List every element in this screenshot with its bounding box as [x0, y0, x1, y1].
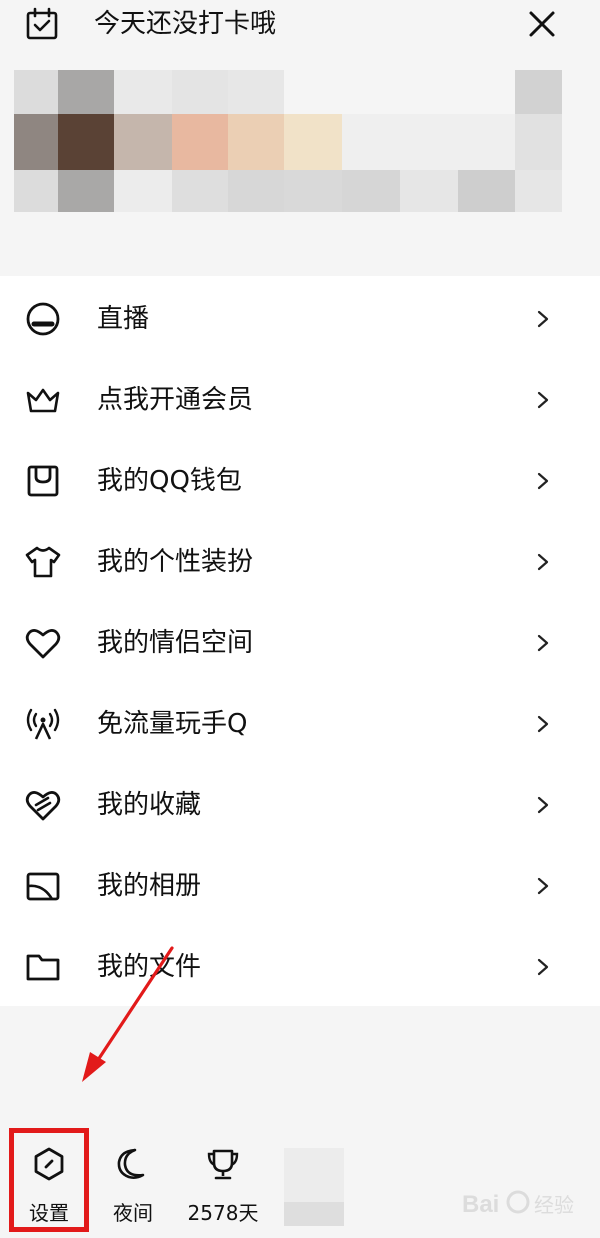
menu-item-album[interactable]: 我的相册 — [0, 845, 600, 926]
close-icon[interactable] — [524, 6, 560, 42]
checkin-days-button[interactable]: 2578天 — [178, 1138, 268, 1238]
menu-item-label: 免流量玩手Q — [97, 709, 248, 739]
blurred-item — [284, 1148, 344, 1226]
crown-icon — [26, 388, 60, 413]
menu-item-live[interactable]: 直播 — [0, 278, 600, 359]
svg-text:经验: 经验 — [534, 1193, 574, 1217]
menu-item-label: 我的收藏 — [97, 790, 202, 820]
checkin-status-text[interactable]: 今天还没打卡哦 — [94, 8, 276, 40]
night-mode-button[interactable]: 夜间 — [88, 1138, 178, 1238]
menu-item-label: 我的相册 — [97, 871, 202, 901]
menu-item-favorites[interactable]: 我的收藏 — [0, 764, 600, 845]
chevron-right-icon — [537, 796, 549, 814]
wallet-icon — [27, 465, 59, 497]
menu-item-label: 我的个性装扮 — [97, 547, 254, 577]
menu-list: 直播 点我开通会员 我的QQ钱包 我的个性装扮 我的情侣空间 免流量玩手Q 我的… — [0, 276, 600, 1006]
menu-item-personalize[interactable]: 我的个性装扮 — [0, 521, 600, 602]
live-icon — [26, 302, 60, 336]
baidu-watermark-logo: Bai 经验 — [460, 1180, 590, 1226]
favorite-icon — [25, 791, 61, 821]
menu-item-label: 我的情侣空间 — [97, 628, 254, 658]
menu-item-couple-space[interactable]: 我的情侣空间 — [0, 602, 600, 683]
chevron-right-icon — [537, 472, 549, 490]
folder-icon — [26, 954, 60, 981]
checkin-days-label: 2578天 — [187, 1201, 259, 1225]
chevron-right-icon — [537, 958, 549, 976]
chevron-right-icon — [537, 634, 549, 652]
heart-icon — [25, 629, 61, 659]
menu-item-label: 我的QQ钱包 — [97, 466, 242, 496]
chevron-right-icon — [537, 391, 549, 409]
calendar-check-icon[interactable] — [24, 6, 60, 42]
menu-item-wallet[interactable]: 我的QQ钱包 — [0, 440, 600, 521]
menu-item-free-data[interactable]: 免流量玩手Q — [0, 683, 600, 764]
menu-item-label: 点我开通会员 — [97, 385, 254, 415]
menu-item-label: 直播 — [97, 304, 150, 334]
menu-item-vip[interactable]: 点我开通会员 — [0, 359, 600, 440]
chevron-right-icon — [537, 310, 549, 328]
blurred-profile-area — [14, 70, 562, 212]
moon-icon — [117, 1148, 145, 1179]
svg-text:Bai: Bai — [462, 1191, 499, 1218]
signal-tower-icon — [26, 708, 60, 740]
night-mode-label: 夜间 — [113, 1201, 153, 1225]
album-icon — [26, 872, 60, 901]
shirt-icon — [25, 546, 61, 578]
chevron-right-icon — [537, 877, 549, 895]
highlight-box — [9, 1128, 89, 1232]
chevron-right-icon — [537, 715, 549, 733]
top-bar: 今天还没打卡哦 — [0, 0, 600, 56]
menu-item-label: 我的文件 — [97, 952, 202, 982]
menu-item-files[interactable]: 我的文件 — [0, 926, 600, 1007]
chevron-right-icon — [537, 553, 549, 571]
trophy-icon — [207, 1149, 239, 1180]
